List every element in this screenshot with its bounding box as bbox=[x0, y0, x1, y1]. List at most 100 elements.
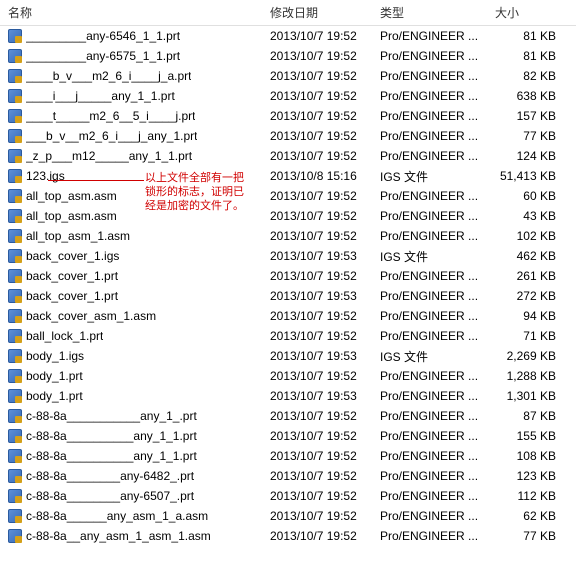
file-row[interactable]: back_cover_1.prt2013/10/7 19:53Pro/ENGIN… bbox=[0, 286, 576, 306]
file-row[interactable]: 123.igs2013/10/8 15:16IGS 文件51,413 KB bbox=[0, 166, 576, 186]
file-size-cell: 87 KB bbox=[487, 409, 562, 423]
locked-file-icon bbox=[8, 189, 22, 203]
locked-file-icon bbox=[8, 269, 22, 283]
file-name-text: 123.igs bbox=[26, 169, 65, 183]
file-type-cell: Pro/ENGINEER ... bbox=[372, 109, 487, 123]
file-size-cell: 77 KB bbox=[487, 529, 562, 543]
file-row[interactable]: all_top_asm.asm2013/10/7 19:52Pro/ENGINE… bbox=[0, 206, 576, 226]
file-row[interactable]: c-88-8a__________any_1_1.prt2013/10/7 19… bbox=[0, 426, 576, 446]
file-size-cell: 81 KB bbox=[487, 49, 562, 63]
locked-file-icon bbox=[8, 169, 22, 183]
file-name-text: back_cover_asm_1.asm bbox=[26, 309, 156, 323]
file-row[interactable]: body_1.prt2013/10/7 19:52Pro/ENGINEER ..… bbox=[0, 366, 576, 386]
file-size-cell: 82 KB bbox=[487, 69, 562, 83]
file-name-cell: ___b_v__m2_6_i___j_any_1.prt bbox=[0, 129, 262, 143]
file-type-cell: Pro/ENGINEER ... bbox=[372, 89, 487, 103]
file-row[interactable]: back_cover_1.igs2013/10/7 19:53IGS 文件462… bbox=[0, 246, 576, 266]
file-name-text: back_cover_1.igs bbox=[26, 249, 119, 263]
file-date-cell: 2013/10/7 19:52 bbox=[262, 449, 372, 463]
file-name-text: ____t_____m2_6__5_i____j.prt bbox=[26, 109, 195, 123]
file-name-text: back_cover_1.prt bbox=[26, 269, 118, 283]
file-type-cell: Pro/ENGINEER ... bbox=[372, 449, 487, 463]
file-name-text: c-88-8a__________any_1_1.prt bbox=[26, 429, 197, 443]
file-type-cell: Pro/ENGINEER ... bbox=[372, 409, 487, 423]
file-row[interactable]: body_1.igs2013/10/7 19:53IGS 文件2,269 KB bbox=[0, 346, 576, 366]
locked-file-icon bbox=[8, 349, 22, 363]
file-name-text: _________any-6546_1_1.prt bbox=[26, 29, 180, 43]
file-size-cell: 60 KB bbox=[487, 189, 562, 203]
file-row[interactable]: _________any-6546_1_1.prt 2013/10/7 19:52… bbox=[0, 26, 576, 46]
file-name-cell: c-88-8a________any-6482_.prt bbox=[0, 469, 262, 483]
file-row[interactable]: back_cover_asm_1.asm2013/10/7 19:52Pro/E… bbox=[0, 306, 576, 326]
file-type-cell: Pro/ENGINEER ... bbox=[372, 469, 487, 483]
file-size-cell: 77 KB bbox=[487, 129, 562, 143]
file-name-cell: body_1.igs bbox=[0, 349, 262, 363]
locked-file-icon bbox=[8, 489, 22, 503]
file-row[interactable]: c-88-8a________any-6482_.prt2013/10/7 19… bbox=[0, 466, 576, 486]
file-size-cell: 462 KB bbox=[487, 249, 562, 263]
file-name-text: body_1.prt bbox=[26, 369, 83, 383]
file-date-cell: 2013/10/8 15:16 bbox=[262, 169, 372, 183]
file-row[interactable]: _________any-6575_1_1.prt2013/10/7 19:52… bbox=[0, 46, 576, 66]
file-size-cell: 51,413 KB bbox=[487, 169, 562, 183]
file-row[interactable]: c-88-8a______any_asm_1_a.asm2013/10/7 19… bbox=[0, 506, 576, 526]
file-type-cell: Pro/ENGINEER ... bbox=[372, 329, 487, 343]
file-row[interactable]: all_top_asm.asm2013/10/7 19:52Pro/ENGINE… bbox=[0, 186, 576, 206]
file-size-cell: 157 KB bbox=[487, 109, 562, 123]
file-size-cell: 2,269 KB bbox=[487, 349, 562, 363]
file-name-text: c-88-8a__________any_1_1.prt bbox=[26, 449, 197, 463]
file-name-text: c-88-8a______any_asm_1_a.asm bbox=[26, 509, 208, 523]
column-header-date[interactable]: 修改日期 bbox=[262, 4, 372, 21]
locked-file-icon bbox=[8, 289, 22, 303]
file-name-cell: _z_p___m12_____any_1_1.prt bbox=[0, 149, 262, 163]
file-name-text: back_cover_1.prt bbox=[26, 289, 118, 303]
file-row[interactable]: ____t_____m2_6__5_i____j.prt2013/10/7 19… bbox=[0, 106, 576, 126]
file-date-cell: 2013/10/7 19:52 bbox=[262, 89, 372, 103]
file-date-cell: 2013/10/7 19:53 bbox=[262, 289, 372, 303]
file-type-cell: Pro/ENGINEER ... bbox=[372, 209, 487, 223]
file-date-cell: 2013/10/7 19:52 bbox=[262, 189, 372, 203]
file-size-cell: 123 KB bbox=[487, 469, 562, 483]
file-name-cell: ____t_____m2_6__5_i____j.prt bbox=[0, 109, 262, 123]
locked-file-icon bbox=[8, 249, 22, 263]
file-row[interactable]: body_1.prt2013/10/7 19:53Pro/ENGINEER ..… bbox=[0, 386, 576, 406]
file-type-cell: Pro/ENGINEER ... bbox=[372, 309, 487, 323]
locked-file-icon bbox=[8, 149, 22, 163]
file-type-cell: Pro/ENGINEER ... bbox=[372, 509, 487, 523]
file-name-cell: back_cover_1.prt bbox=[0, 289, 262, 303]
file-row[interactable]: c-88-8a________any-6507_.prt2013/10/7 19… bbox=[0, 486, 576, 506]
file-row[interactable]: ____b_v___m2_6_i____j_a.prt2013/10/7 19:… bbox=[0, 66, 576, 86]
file-row[interactable]: c-88-8a__any_asm_1_asm_1.asm2013/10/7 19… bbox=[0, 526, 576, 546]
locked-file-icon bbox=[8, 389, 22, 403]
file-name-cell: c-88-8a__any_asm_1_asm_1.asm bbox=[0, 529, 262, 543]
file-name-cell: body_1.prt bbox=[0, 369, 262, 383]
file-name-cell: c-88-8a________any-6507_.prt bbox=[0, 489, 262, 503]
column-header-size[interactable]: 大小 bbox=[487, 4, 562, 21]
file-date-cell: 2013/10/7 19:52 bbox=[262, 29, 372, 43]
file-type-cell: Pro/ENGINEER ... bbox=[372, 269, 487, 283]
file-size-cell: 94 KB bbox=[487, 309, 562, 323]
locked-file-icon bbox=[8, 469, 22, 483]
file-row[interactable]: c-88-8a___________any_1_.prt 2013/10/7 19… bbox=[0, 406, 576, 426]
file-date-cell: 2013/10/7 19:53 bbox=[262, 349, 372, 363]
column-header-type[interactable]: 类型 bbox=[372, 4, 487, 21]
file-row[interactable]: _z_p___m12_____any_1_1.prt2013/10/7 19:5… bbox=[0, 146, 576, 166]
file-name-cell: all_top_asm.asm bbox=[0, 209, 262, 223]
column-header-name[interactable]: 名称 bbox=[0, 4, 262, 21]
file-type-cell: Pro/ENGINEER ... bbox=[372, 49, 487, 63]
file-type-cell: Pro/ENGINEER ... bbox=[372, 69, 487, 83]
file-row[interactable]: ____i___j_____any_1_1.prt2013/10/7 19:52… bbox=[0, 86, 576, 106]
file-row[interactable]: c-88-8a__________any_1_1.prt 2013/10/7 19… bbox=[0, 446, 576, 466]
file-row[interactable]: ___b_v__m2_6_i___j_any_1.prt2013/10/7 19… bbox=[0, 126, 576, 146]
file-row[interactable]: back_cover_1.prt2013/10/7 19:52Pro/ENGIN… bbox=[0, 266, 576, 286]
file-row[interactable]: ball_lock_1.prt2013/10/7 19:52Pro/ENGINE… bbox=[0, 326, 576, 346]
file-type-cell: IGS 文件 bbox=[372, 348, 487, 365]
locked-file-icon bbox=[8, 529, 22, 543]
file-name-cell: ____b_v___m2_6_i____j_a.prt bbox=[0, 69, 262, 83]
locked-file-icon bbox=[8, 89, 22, 103]
file-name-text: c-88-8a___________any_1_.prt bbox=[26, 409, 197, 423]
file-name-text: body_1.prt bbox=[26, 389, 83, 403]
file-row[interactable]: all_top_asm_1.asm2013/10/7 19:52Pro/ENGI… bbox=[0, 226, 576, 246]
file-date-cell: 2013/10/7 19:52 bbox=[262, 409, 372, 423]
file-size-cell: 272 KB bbox=[487, 289, 562, 303]
